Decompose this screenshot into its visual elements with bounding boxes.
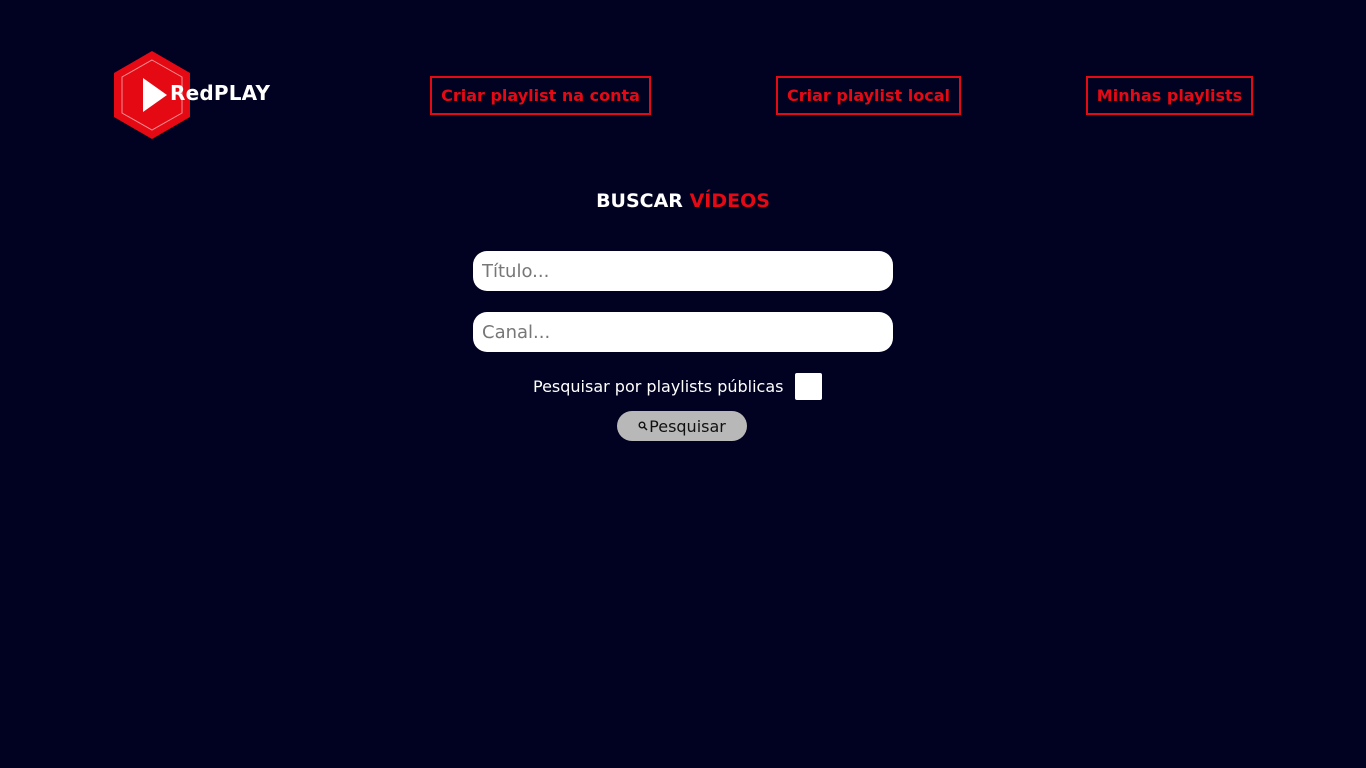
create-local-playlist-button[interactable]: Criar playlist local [776,76,961,115]
title-input[interactable] [473,251,893,291]
header: RedPLAY Criar playlist na conta Criar pl… [0,0,1366,190]
channel-input[interactable] [473,312,893,352]
logo-text: RedPLAY [170,81,271,105]
search-title-main: BUSCAR [596,190,683,212]
search-title: BUSCAR VÍDEOS [0,190,1366,212]
search-title-accent: VÍDEOS [689,190,770,212]
public-playlists-option: Pesquisar por playlists públicas [533,372,822,400]
public-playlists-checkbox[interactable] [794,372,822,400]
search-button-label: Pesquisar [649,416,726,436]
create-account-playlist-button[interactable]: Criar playlist na conta [430,76,651,115]
search-button[interactable]: Pesquisar [617,411,747,441]
search-icon [638,421,648,431]
public-playlists-label: Pesquisar por playlists públicas [533,376,784,396]
my-playlists-button[interactable]: Minhas playlists [1086,76,1253,115]
logo[interactable]: RedPLAY [112,50,272,140]
